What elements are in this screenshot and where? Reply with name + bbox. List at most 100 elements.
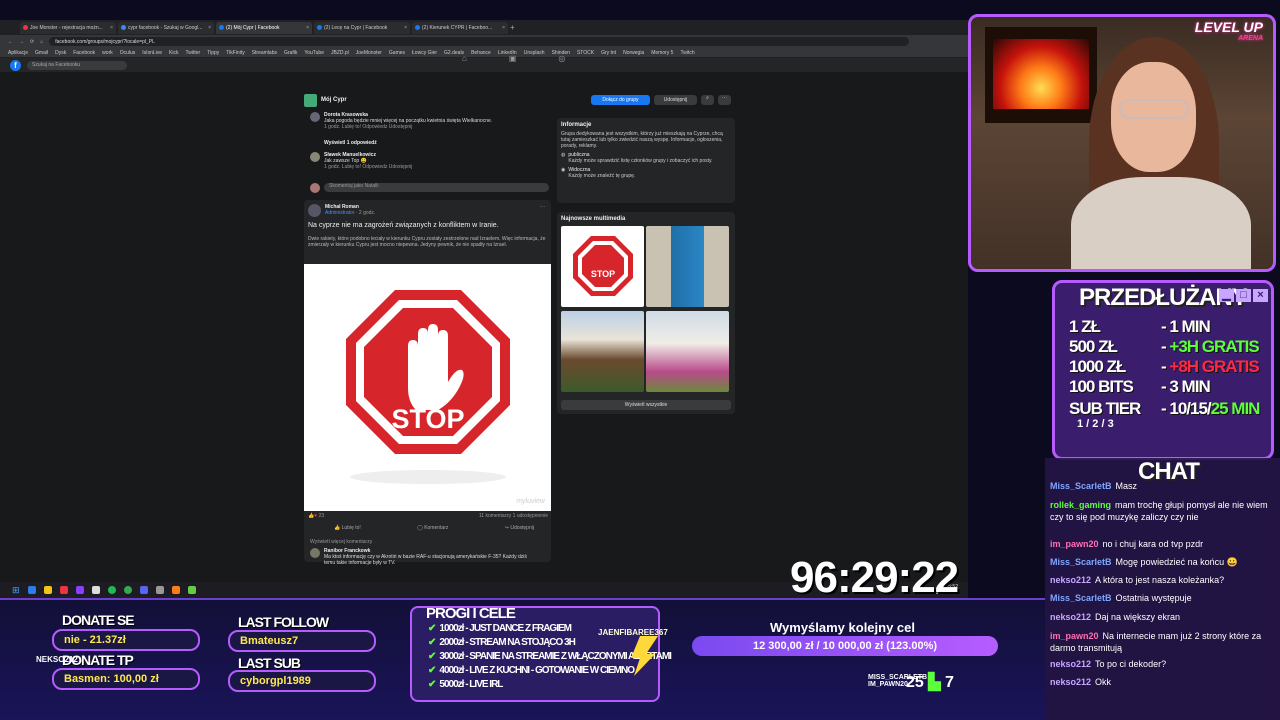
bookmark-item[interactable]: TikFinity — [226, 50, 244, 56]
browser-tab[interactable]: Joe Monster - rejestracja możn... × — [20, 21, 116, 34]
bookmark-item[interactable]: IsIsnLive — [142, 50, 162, 56]
windows-start-icon[interactable]: ⊞ — [12, 586, 20, 595]
stop-sign-icon: STOP — [573, 236, 633, 296]
close-icon[interactable]: × — [502, 25, 505, 31]
video-nav-icon[interactable]: ▣ — [509, 54, 517, 63]
bookmark-item[interactable]: Łowcy Gier — [412, 50, 437, 56]
media-thumb-house[interactable] — [561, 311, 644, 392]
more-comments-link[interactable]: Wyświetl więcej komentarzy — [310, 539, 372, 545]
avatar[interactable] — [308, 204, 321, 217]
bookmark-item[interactable]: Twitch — [680, 50, 694, 56]
last-follow-label: LAST FOLLOW — [238, 614, 329, 630]
groups-nav-icon[interactable]: ◎ — [558, 54, 565, 63]
discord-icon[interactable] — [139, 586, 148, 594]
taskbar-app-icon[interactable] — [59, 586, 68, 594]
post-image[interactable]: STOP myluview — [304, 264, 551, 511]
reload-icon[interactable]: ⟳ — [30, 39, 34, 45]
browser-tab[interactable]: (2) Kierunek CYPR | Faceboo... × — [412, 21, 508, 34]
bookmark-item[interactable]: Aplikacje — [8, 50, 28, 56]
bookmark-item[interactable]: Streamlabs — [252, 50, 277, 56]
comment-button[interactable]: ◯ Komentarz — [417, 525, 448, 531]
back-icon[interactable]: ← — [8, 39, 13, 45]
taskbar-app-icon[interactable] — [27, 586, 36, 594]
media-thumb-stop[interactable]: STOP — [561, 226, 644, 307]
avatar[interactable] — [310, 152, 320, 162]
comment-share-counts[interactable]: 11 komentarzy 1 udostępnienie — [479, 513, 548, 519]
donate-tp-value: Basmen: 100,00 zł — [64, 673, 159, 685]
bookmark-item[interactable]: Tippy — [207, 50, 219, 56]
more-options-icon[interactable]: ··· — [718, 95, 731, 105]
webcam-frame: LEVEL UP ARENA — [968, 14, 1276, 272]
avatar[interactable] — [310, 548, 320, 558]
share-label: Udostępnij — [663, 97, 688, 103]
row-reward-text: - 10/15/ — [1161, 399, 1212, 418]
chat-text: To po ci dekoder? — [1095, 659, 1167, 669]
avatar[interactable] — [310, 112, 320, 122]
extension-row: 500 ZŁ - +3H GRATIS — [1069, 337, 1260, 357]
home-nav-icon[interactable]: ⌂ — [462, 54, 467, 63]
taskbar-app-icon[interactable] — [91, 586, 100, 594]
bookmark-item[interactable]: JBZD.pl — [331, 50, 349, 56]
spotify-icon[interactable] — [107, 586, 116, 594]
chat-panel: CHAT Miss_ScarletB Masz rollek_gaming mam t… — [1045, 458, 1280, 720]
close-icon[interactable]: × — [306, 25, 309, 31]
share-post-button[interactable]: ↪ Udostępnij — [505, 525, 534, 531]
bookmark-item[interactable]: Norwegia — [623, 50, 644, 56]
facebook-search-input[interactable]: Szukaj na Facebooku — [27, 60, 127, 70]
address-bar: ← → ⟳ ⌂ facebook.com/groups/mojcypr/?loc… — [0, 35, 968, 48]
browser-tab[interactable]: (2) Mój Cypr | Facebook × — [216, 21, 312, 34]
new-tab-icon[interactable]: + — [510, 23, 515, 31]
browser-tab[interactable]: cypr facebook - Szukaj w Googl... × — [118, 21, 214, 34]
check-icon: ✔ — [428, 623, 436, 634]
bookmark-item[interactable]: Memory 5 — [651, 50, 673, 56]
home-icon[interactable]: ⌂ — [40, 39, 43, 45]
taskbar-app-icon[interactable] — [171, 586, 180, 594]
bookmark-item[interactable]: Gry tnt — [601, 50, 616, 56]
taskbar-app-icon[interactable] — [187, 586, 196, 594]
share-button[interactable]: Udostępnij — [654, 95, 697, 105]
bookmark-item[interactable]: Oculus — [120, 50, 136, 56]
group-search-icon[interactable]: ⌕ — [701, 95, 714, 105]
bookmark-item[interactable]: Games — [389, 50, 405, 56]
bookmark-item[interactable]: work — [102, 50, 113, 56]
comment-meta[interactable]: 1 godz. Lubię to! Odpowiedz Udostępnij — [324, 124, 544, 130]
row-amount: 100 BITS — [1069, 377, 1134, 396]
facebook-nav: ⌂ ▣ ◎ — [462, 54, 565, 63]
bookmark-item[interactable]: STOCK — [577, 50, 594, 56]
forward-icon[interactable]: → — [19, 39, 24, 45]
join-group-button[interactable]: Dołącz do grupy — [591, 95, 650, 105]
chat-username: Miss_ScarletB — [1050, 557, 1112, 567]
comment-input[interactable]: Skomentuj jako Natalli — [324, 183, 549, 192]
post-menu-icon[interactable]: ··· — [540, 204, 545, 210]
chrome-icon[interactable] — [123, 586, 132, 594]
eye-icon: ◉ — [561, 167, 566, 173]
folder-icon[interactable] — [43, 586, 52, 594]
bookmark-item[interactable]: Facebook — [73, 50, 95, 56]
bookmark-item[interactable]: Dysk — [55, 50, 66, 56]
url-field[interactable]: facebook.com/groups/mojcypr/?locale=pl_P… — [49, 37, 910, 46]
bookmark-item[interactable]: Kick — [169, 50, 178, 56]
close-icon[interactable]: × — [404, 25, 407, 31]
reaction-count[interactable]: 23 — [319, 513, 325, 519]
view-all-media-button[interactable]: Wyświetl wszystkie — [561, 400, 731, 410]
facebook-logo-icon[interactable]: f — [10, 59, 21, 71]
group-feed: Dorota Krasowska Jaka pogoda będzie mnie… — [304, 70, 551, 566]
bookmark-item[interactable]: Gmail — [35, 50, 48, 56]
close-icon[interactable]: × — [110, 25, 113, 31]
taskbar-app-icon[interactable] — [155, 586, 164, 594]
bookmark-item[interactable]: Twitter — [185, 50, 200, 56]
media-thumb-flowers[interactable] — [646, 311, 729, 392]
bookmark-item[interactable]: Grafik — [284, 50, 297, 56]
comment-meta[interactable]: 1 godz. Lubię to! Odpowiedz Udostępnij — [324, 164, 544, 170]
browser-tab[interactable]: (2) Lecę na Cypr | Facebook × — [314, 21, 410, 34]
bookmark-item[interactable]: YouTube — [304, 50, 324, 56]
like-button[interactable]: 👍 Lubię to! — [334, 525, 361, 531]
taskbar-app-icon[interactable] — [75, 586, 84, 594]
post-time[interactable]: 2 godz. — [359, 210, 375, 216]
close-icon[interactable]: × — [208, 25, 211, 31]
view-replies-link[interactable]: Wyświetl 1 odpowiedź — [324, 140, 377, 146]
bookmark-item[interactable]: JoeMonster — [356, 50, 382, 56]
close-icon: × — [1253, 289, 1268, 302]
chat-message: nekso212 A która to jest nasza koleżanka? — [1050, 575, 1275, 585]
media-thumb-blue-door[interactable] — [646, 226, 729, 307]
